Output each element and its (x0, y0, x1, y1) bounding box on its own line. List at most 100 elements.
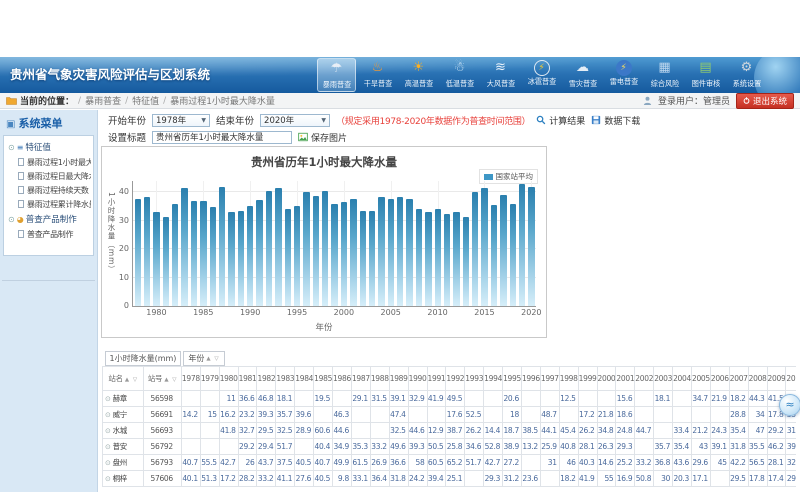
bar-2012 (453, 212, 459, 306)
value-cell-1991: 12.9 (427, 423, 446, 439)
year-column-header-2005[interactable]: 2005 (691, 367, 710, 391)
year-column-header-2001[interactable]: 2001 (616, 367, 635, 391)
year-column-header-1990[interactable]: 1990 (408, 367, 427, 391)
value-cell-1997: 31 (540, 455, 559, 471)
year-column-header-1984[interactable]: 1984 (295, 367, 314, 391)
chart-title-input[interactable] (152, 131, 292, 144)
year-column-header-1987[interactable]: 1987 (351, 367, 370, 391)
year-column-header-2009[interactable]: 2009 (767, 367, 786, 391)
nav-item-heat-survey[interactable]: ☀高温普查 (399, 58, 438, 92)
download-button[interactable]: 数据下载 (591, 114, 640, 127)
bar-slot (499, 181, 508, 306)
year-column-header-2010[interactable]: 2010 (786, 367, 796, 391)
file-icon (18, 200, 24, 208)
year-column-header-1979[interactable]: 1979 (200, 367, 219, 391)
value-cell-1992: 17.6 (446, 407, 465, 423)
value-cell-1988: 31.5 (370, 391, 389, 407)
station-id-header[interactable]: 站号 ▲ ▽ (144, 367, 181, 391)
year-column-header-1995[interactable]: 1995 (503, 367, 522, 391)
bar-1992 (266, 191, 272, 306)
breadcrumb-item-2[interactable]: 暴雨过程1小时最大降水量 (170, 94, 275, 107)
year-column-header-1994[interactable]: 1994 (484, 367, 503, 391)
year-column-header-1991[interactable]: 1991 (427, 367, 446, 391)
nav-item-map-review[interactable]: ▤图件审核 (686, 58, 725, 92)
row-radio-icon[interactable]: ⊙ (105, 443, 111, 451)
year-column-header-1982[interactable]: 1982 (257, 367, 276, 391)
year-column-header-1978[interactable]: 1978 (181, 367, 200, 391)
sidebar-item-0-3[interactable]: 暴雨过程累计降水量 (6, 197, 91, 211)
breadcrumb-separator: / (163, 96, 166, 106)
year-column-header-1998[interactable]: 1998 (559, 367, 578, 391)
value-cell-1983: 35.7 (276, 407, 295, 423)
table-row[interactable]: ⊙赫章565981136.646.818.119.529.131.539.132… (103, 391, 797, 407)
year-column-header-2006[interactable]: 2006 (710, 367, 729, 391)
year-column-header-1992[interactable]: 1992 (446, 367, 465, 391)
table-row[interactable]: ⊙普安5679229.229.451.740.434.935.333.249.6… (103, 439, 797, 455)
nav-item-rainstorm-survey[interactable]: ☂暴雨普查 (317, 58, 356, 92)
value-cell-2004: 20.3 (673, 471, 692, 487)
year-column-header-1986[interactable]: 1986 (333, 367, 352, 391)
nav-item-cold-survey[interactable]: ☃低温普查 (440, 58, 479, 92)
year-column-header-1988[interactable]: 1988 (370, 367, 389, 391)
nav-item-wind-survey[interactable]: ≋大风普查 (481, 58, 520, 92)
row-radio-icon[interactable]: ⊙ (105, 395, 111, 403)
value-cell-1981: 36.6 (238, 391, 257, 407)
end-year-select[interactable]: 2020年▼ (260, 114, 330, 127)
save-image-button[interactable]: 保存图片 (298, 131, 347, 144)
table-row[interactable]: ⊙水城5669341.832.729.532.528.960.644.632.5… (103, 423, 797, 439)
nav-item-hail-survey[interactable]: ⚡冰雹普查 (522, 58, 561, 92)
row-radio-icon[interactable]: ⊙ (105, 411, 111, 419)
nav-item-drought-survey[interactable]: ♨干旱普查 (358, 58, 397, 92)
year-column-header-1997[interactable]: 1997 (540, 367, 559, 391)
value-cell-1986: 44.6 (333, 423, 352, 439)
value-cell-1996: 38.5 (521, 423, 540, 439)
calculate-button[interactable]: 计算结果 (536, 114, 585, 127)
year-column-header-1985[interactable]: 1985 (314, 367, 333, 391)
tree-toggle-icon[interactable]: ⊙ (8, 215, 15, 224)
year-column-header-1981[interactable]: 1981 (238, 367, 257, 391)
year-column-header-2004[interactable]: 2004 (673, 367, 692, 391)
sidebar-item-0-2[interactable]: 暴雨过程持续天数 (6, 183, 91, 197)
nav-item-comprehensive-risk[interactable]: ▦综合风险 (645, 58, 684, 92)
nav-item-lightning-survey[interactable]: ⚡雷电普查 (604, 58, 643, 92)
year-sort-header[interactable]: 年份 ▲ ▽ (183, 351, 224, 366)
station-name-header[interactable]: 站名 ▲ ▽ (103, 367, 144, 391)
logout-button[interactable]: 退出系统 (736, 93, 794, 109)
year-column-header-1999[interactable]: 1999 (578, 367, 597, 391)
year-column-header-2003[interactable]: 2003 (654, 367, 673, 391)
sidebar-group-0[interactable]: ⊙≡特征值 (6, 139, 91, 155)
table-row[interactable]: ⊙盘州5679340.755.542.72643.737.540.540.749… (103, 455, 797, 471)
breadcrumb-item-1[interactable]: 特征值 (132, 94, 159, 107)
year-column-header-2008[interactable]: 2008 (748, 367, 767, 391)
year-column-header-2007[interactable]: 2007 (729, 367, 748, 391)
year-column-header-1996[interactable]: 1996 (521, 367, 540, 391)
start-year-select[interactable]: 1978年▼ (152, 114, 210, 127)
sidebar-item-0-1[interactable]: 暴雨过程日最大降水量 (6, 169, 91, 183)
breadcrumb-item-0[interactable]: 暴雨普查 (85, 94, 121, 107)
sort-icons[interactable]: ▲ ▽ (125, 377, 138, 383)
value-cell-1984 (295, 391, 314, 407)
nav-item-snow-survey[interactable]: ☁雪灾普查 (563, 58, 602, 92)
sidebar-group-1[interactable]: ⊙◕普查产品制作 (6, 211, 91, 227)
row-radio-icon[interactable]: ⊙ (105, 475, 111, 483)
sidebar-item-0-0[interactable]: 暴雨过程1小时最大降水量 (6, 155, 91, 169)
tree-toggle-icon[interactable]: ⊙ (8, 143, 15, 152)
nav-item-system-settings[interactable]: ⚙系统设置 (727, 58, 766, 92)
value-cell-1989: 32.5 (389, 423, 408, 439)
row-radio-icon[interactable]: ⊙ (105, 427, 111, 435)
row-radio-icon[interactable]: ⊙ (105, 459, 111, 467)
year-column-header-2002[interactable]: 2002 (635, 367, 654, 391)
sort-icons[interactable]: ▲ ▽ (206, 356, 219, 362)
year-column-header-1993[interactable]: 1993 (465, 367, 484, 391)
float-widget-button[interactable]: ≈ (779, 394, 800, 416)
table-row[interactable]: ⊙桐梓5760640.151.317.228.233.241.127.640.5… (103, 471, 797, 487)
bar-2002 (360, 211, 366, 306)
value-cell-2010: 39.1 (786, 439, 796, 455)
year-column-header-1980[interactable]: 1980 (219, 367, 238, 391)
year-column-header-2000[interactable]: 2000 (597, 367, 616, 391)
table-row[interactable]: ⊙威宁5669114.21516.223.239.335.739.646.347… (103, 407, 797, 423)
sort-icons[interactable]: ▲ ▽ (164, 377, 177, 383)
sidebar-item-1-0[interactable]: 普查产品制作 (6, 227, 91, 241)
year-column-header-1983[interactable]: 1983 (276, 367, 295, 391)
year-column-header-1989[interactable]: 1989 (389, 367, 408, 391)
